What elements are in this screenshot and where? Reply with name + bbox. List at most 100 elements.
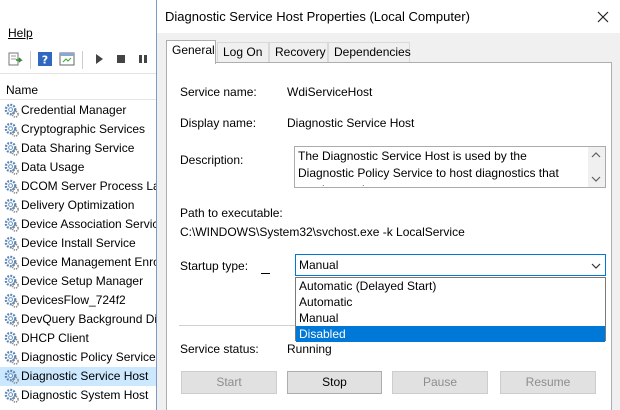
stop-button[interactable]: Stop xyxy=(287,371,382,394)
gear-icon xyxy=(4,369,19,384)
service-row[interactable]: Credential Manager xyxy=(0,101,158,120)
startup-type-select[interactable]: Manual xyxy=(295,254,606,276)
service-name: DevicesFlow_724f2 xyxy=(21,293,126,307)
service-row[interactable]: Device Setup Manager xyxy=(0,272,158,291)
dialog-titlebar[interactable]: Diagnostic Service Host Properties (Loca… xyxy=(157,0,620,33)
properties-icon[interactable] xyxy=(58,50,76,68)
toolbar-separator xyxy=(82,51,83,69)
startup-option-automatic-delayed[interactable]: Automatic (Delayed Start) xyxy=(296,278,605,294)
gear-icon xyxy=(4,255,19,270)
service-name: Diagnostic Policy Service xyxy=(21,350,156,364)
service-row[interactable]: DHCP Client xyxy=(0,329,158,348)
tab-log-on[interactable]: Log On xyxy=(217,42,269,63)
service-name: Diagnostic System Host xyxy=(21,388,149,402)
startup-option-disabled[interactable]: Disabled xyxy=(296,326,605,342)
service-row[interactable]: Diagnostic Policy Service xyxy=(0,348,158,367)
service-row[interactable]: Data Sharing Service xyxy=(0,139,158,158)
column-header-label: Name xyxy=(6,83,39,97)
service-row[interactable]: Device Install Service xyxy=(0,234,158,253)
startup-type-value: Manual xyxy=(299,258,339,272)
gear-icon xyxy=(4,217,19,232)
gear-icon xyxy=(4,198,19,213)
stop-icon[interactable] xyxy=(112,50,130,68)
resume-button[interactable]: Resume xyxy=(500,371,596,394)
scroll-up-icon[interactable] xyxy=(591,150,601,160)
gear-icon xyxy=(4,331,19,346)
tab-recovery[interactable]: Recovery xyxy=(269,42,328,63)
close-icon xyxy=(597,11,609,22)
pause-icon[interactable] xyxy=(134,50,152,68)
scroll-down-icon[interactable] xyxy=(591,174,601,184)
startup-type-dropdown: Automatic (Delayed Start) Automatic Manu… xyxy=(295,277,606,342)
service-name: Data Usage xyxy=(21,160,85,174)
pause-button-label: Pause xyxy=(422,375,458,389)
start-button[interactable]: Start xyxy=(181,371,277,394)
service-name: Device Association Servic xyxy=(21,217,158,231)
service-row[interactable]: DevQuery Background Di xyxy=(0,310,158,329)
gear-icon xyxy=(4,350,19,365)
service-name: DCOM Server Process Lau xyxy=(21,179,158,193)
service-row[interactable]: Diagnostic Service Host xyxy=(0,367,158,386)
service-name: Delivery Optimization xyxy=(21,198,135,212)
service-name-label: Service name: xyxy=(180,85,257,99)
service-row[interactable]: DCOM Server Process Lau xyxy=(0,177,158,196)
service-status-value: Running xyxy=(287,342,332,356)
help-icon[interactable]: ? xyxy=(36,50,54,68)
display-name-value: Diagnostic Service Host xyxy=(287,116,415,130)
dialog-title: Diagnostic Service Host Properties (Loca… xyxy=(165,9,470,24)
menu-help-label: Help xyxy=(8,26,33,40)
tab-dependencies[interactable]: Dependencies xyxy=(328,42,411,63)
service-row[interactable]: Device Association Servic xyxy=(0,215,158,234)
gear-icon xyxy=(4,103,19,118)
menu-help[interactable]: Help xyxy=(8,26,33,40)
gear-icon xyxy=(4,141,19,156)
service-name: DevQuery Background Di xyxy=(21,312,158,326)
column-header-name[interactable]: Name xyxy=(0,80,160,100)
service-row[interactable]: Delivery Optimization xyxy=(0,196,158,215)
general-panel: Service name: WdiServiceHost Display nam… xyxy=(166,62,612,410)
toolbar-separator xyxy=(30,51,31,69)
service-row[interactable]: Cryptographic Services xyxy=(0,120,158,139)
menu-bar: Help xyxy=(0,22,160,44)
service-row[interactable]: DevicesFlow_724f2 xyxy=(0,291,158,310)
description-scrollbar[interactable] xyxy=(588,147,605,187)
gear-icon xyxy=(4,236,19,251)
gear-icon xyxy=(4,179,19,194)
stop-button-label: Stop xyxy=(322,375,347,389)
pause-button[interactable]: Pause xyxy=(392,371,488,394)
description-box[interactable]: The Diagnostic Service Host is used by t… xyxy=(294,146,606,188)
gear-icon xyxy=(4,160,19,175)
service-name: Cryptographic Services xyxy=(21,122,146,136)
startup-option-manual[interactable]: Manual xyxy=(296,310,605,326)
service-name: Device Management Enro xyxy=(21,255,158,269)
gear-icon xyxy=(4,293,19,308)
service-row[interactable]: Data Usage xyxy=(0,158,158,177)
description-label: Description: xyxy=(180,153,244,167)
properties-dialog: Diagnostic Service Host Properties (Loca… xyxy=(156,0,620,410)
service-status-label: Service status: xyxy=(180,342,259,356)
gear-icon xyxy=(4,312,19,327)
service-row[interactable]: Device Management Enro xyxy=(0,253,158,272)
start-button-label: Start xyxy=(216,375,242,389)
close-button[interactable] xyxy=(586,0,620,33)
svg-text:?: ? xyxy=(42,54,48,67)
service-name: Device Install Service xyxy=(21,236,136,250)
display-name-label: Display name: xyxy=(180,116,257,130)
tab-general[interactable]: General xyxy=(166,40,216,64)
service-row[interactable]: Diagnostic System Host xyxy=(0,386,158,405)
service-name: DHCP Client xyxy=(21,331,89,345)
export-list-icon[interactable] xyxy=(6,50,24,68)
path-value: C:\WINDOWS\System32\svchost.exe -k Local… xyxy=(180,225,465,239)
path-label: Path to executable: xyxy=(180,206,283,220)
service-name: Data Sharing Service xyxy=(21,141,135,155)
play-icon[interactable] xyxy=(90,50,108,68)
service-name: Device Setup Manager xyxy=(21,274,144,288)
service-name: Credential Manager xyxy=(21,103,127,117)
startup-option-automatic[interactable]: Automatic xyxy=(296,294,605,310)
service-name-value: WdiServiceHost xyxy=(287,85,373,99)
gear-icon xyxy=(4,122,19,137)
gear-icon xyxy=(4,388,19,403)
service-name: Diagnostic Service Host xyxy=(21,369,149,383)
startup-type-label-underline xyxy=(261,273,270,274)
toolbar: ? xyxy=(0,46,160,74)
